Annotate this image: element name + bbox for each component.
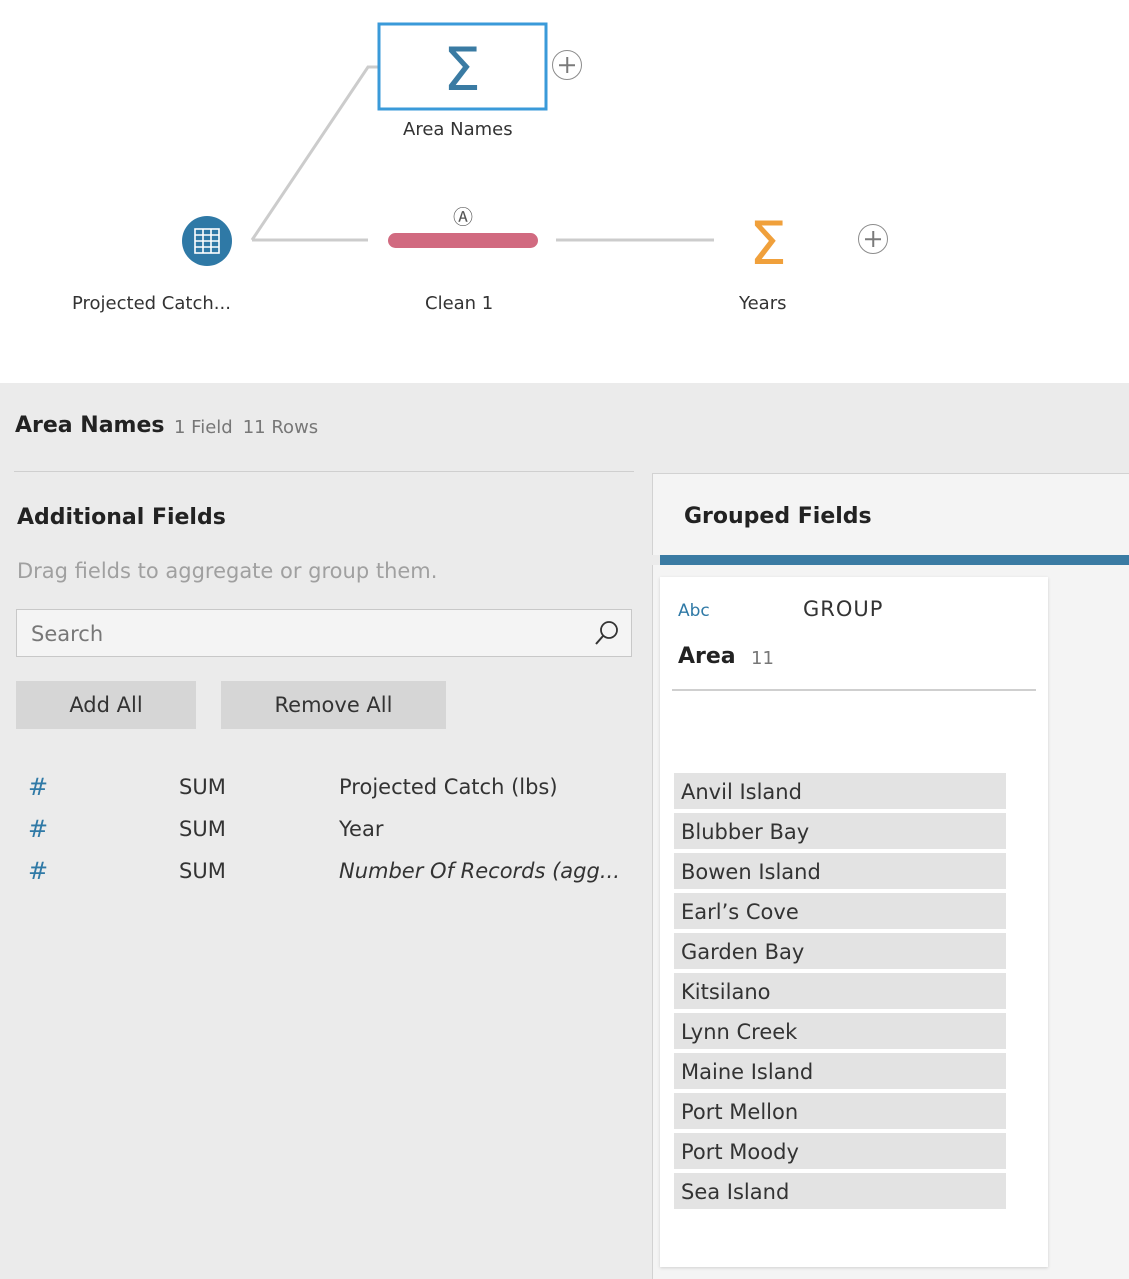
search-box: [16, 609, 632, 657]
field-name: Year: [339, 817, 384, 841]
field-row[interactable]: # SUM Projected Catch (lbs): [0, 771, 640, 807]
aggregation-label[interactable]: SUM: [179, 775, 226, 799]
add-all-button[interactable]: Add All: [16, 681, 196, 729]
step-title: Area Names: [15, 413, 165, 438]
aggregate-node-area-names[interactable]: Σ: [377, 22, 548, 111]
node-label-area-names: Area Names: [403, 119, 513, 140]
value-list: Anvil Island Blubber Bay Bowen Island Ea…: [674, 773, 1006, 1213]
node-label-clean: Clean 1: [425, 293, 494, 314]
value-item[interactable]: Blubber Bay: [674, 813, 1006, 849]
search-input[interactable]: [29, 619, 573, 649]
field-name: Projected Catch (lbs): [339, 775, 558, 799]
aggregation-label[interactable]: SUM: [179, 817, 226, 841]
node-label-years: Years: [739, 293, 787, 314]
number-type-icon: #: [28, 773, 49, 801]
group-role-label[interactable]: GROUP: [803, 597, 883, 621]
card-value-count: 11: [751, 648, 774, 669]
grouped-fields-header: Grouped Fields: [652, 473, 1129, 555]
node-label-input: Projected Catch...: [72, 293, 231, 314]
add-step-after-area-names-button[interactable]: [552, 50, 582, 80]
value-item[interactable]: Garden Bay: [674, 933, 1006, 969]
field-card-area[interactable]: Abc GROUP Area 11 Anvil Island Blubber B…: [660, 577, 1048, 1267]
card-divider: [672, 689, 1036, 691]
field-name: Number Of Records (agg...: [339, 859, 620, 883]
field-row[interactable]: # SUM Year: [0, 813, 640, 849]
grouped-fields-title: Grouped Fields: [684, 504, 872, 529]
search-icon[interactable]: [593, 619, 621, 647]
additional-fields-title: Additional Fields: [17, 505, 226, 530]
additional-fields-hint: Drag fields to aggregate or group them.: [17, 559, 438, 583]
field-count: 1 Field: [174, 417, 233, 438]
aggregate-node-years[interactable]: Σ: [749, 209, 787, 279]
value-item[interactable]: Bowen Island: [674, 853, 1006, 889]
value-item[interactable]: Port Mellon: [674, 1093, 1006, 1129]
value-item[interactable]: Kitsilano: [674, 973, 1006, 1009]
number-type-icon: #: [28, 857, 49, 885]
header-divider: [14, 471, 634, 472]
connector-input-area-names: [250, 65, 378, 241]
value-item[interactable]: Sea Island: [674, 1173, 1006, 1209]
value-item[interactable]: Earl’s Cove: [674, 893, 1006, 929]
clean-node[interactable]: Ⓐ: [388, 205, 538, 248]
string-type-icon: Abc: [678, 601, 710, 621]
remove-all-button[interactable]: Remove All: [221, 681, 446, 729]
field-row[interactable]: # SUM Number Of Records (agg...: [0, 855, 640, 891]
value-item[interactable]: Port Moody: [674, 1133, 1006, 1169]
number-type-icon: #: [28, 815, 49, 843]
aggregation-label[interactable]: SUM: [179, 859, 226, 883]
step-meta: 1 Field 11 Rows: [174, 417, 328, 438]
value-item[interactable]: Maine Island: [674, 1053, 1006, 1089]
flow-canvas: Σ Ⓐ Σ Area Names Projected Catch... Clea…: [0, 0, 1129, 383]
row-count: 11 Rows: [242, 417, 319, 438]
input-node[interactable]: [182, 216, 232, 266]
clean-step-icon: Ⓐ: [453, 205, 473, 229]
value-item[interactable]: Lynn Creek: [674, 1013, 1006, 1049]
card-field-name: Area: [678, 644, 736, 669]
add-step-after-years-button[interactable]: [858, 224, 888, 254]
sigma-icon: Σ: [749, 209, 787, 279]
sigma-icon: Σ: [443, 35, 481, 105]
grouped-fields-accent-bar: [660, 555, 1129, 565]
aggregate-settings-panel: Area Names 1 Field 11 Rows Additional Fie…: [0, 383, 1129, 1279]
value-item[interactable]: Anvil Island: [674, 773, 1006, 809]
